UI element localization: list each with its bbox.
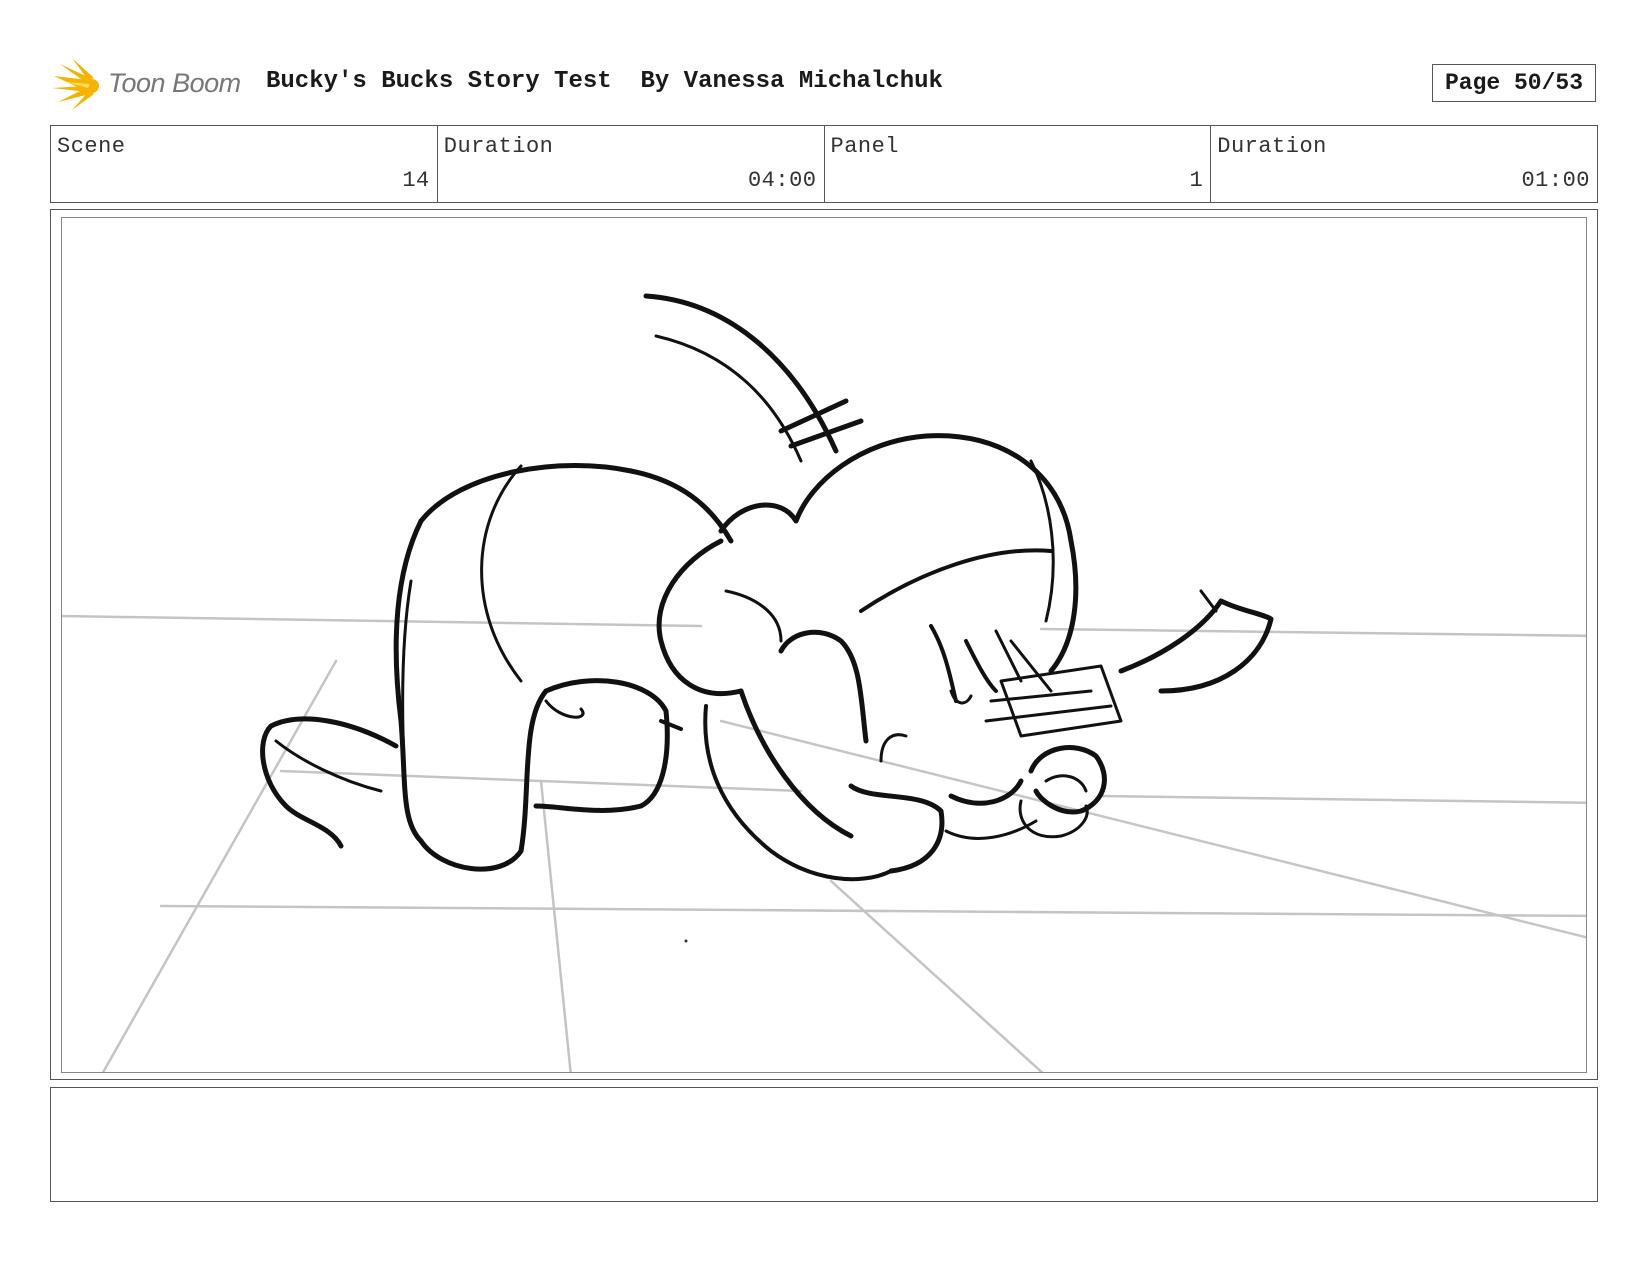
panel-label: Panel [830,134,900,159]
panel-duration-value: 01:00 [1521,168,1590,193]
scene-label: Scene [57,134,126,159]
notes-box [50,1087,1598,1202]
document-title: Bucky's Bucks Story Test By Vanessa Mich… [266,68,943,95]
starburst-icon [52,58,99,110]
scene-duration-value: 04:00 [747,168,817,193]
page-indicator: Page 50/53 [1432,64,1596,102]
panel-cell: Panel 1 [825,126,1212,202]
scene-duration-cell: Duration 04:00 [438,126,825,202]
scene-info-row: Scene 14 Duration 04:00 Panel 1 Duration… [50,125,1598,203]
panel-duration-cell: Duration 01:00 [1211,126,1597,202]
scene-value: 14 [402,168,430,193]
scene-duration-label: Duration [443,134,554,159]
scene-cell: Scene 14 [51,126,438,202]
logo-wordmark: Toon Boom [108,68,241,98]
toon-boom-logo: Toon Boom [52,58,252,110]
panel-value: 1 [1189,168,1204,193]
storyboard-panel-image [61,217,1587,1073]
character-sketch-drawing [62,293,1586,1072]
panel-duration-label: Duration [1217,134,1327,159]
